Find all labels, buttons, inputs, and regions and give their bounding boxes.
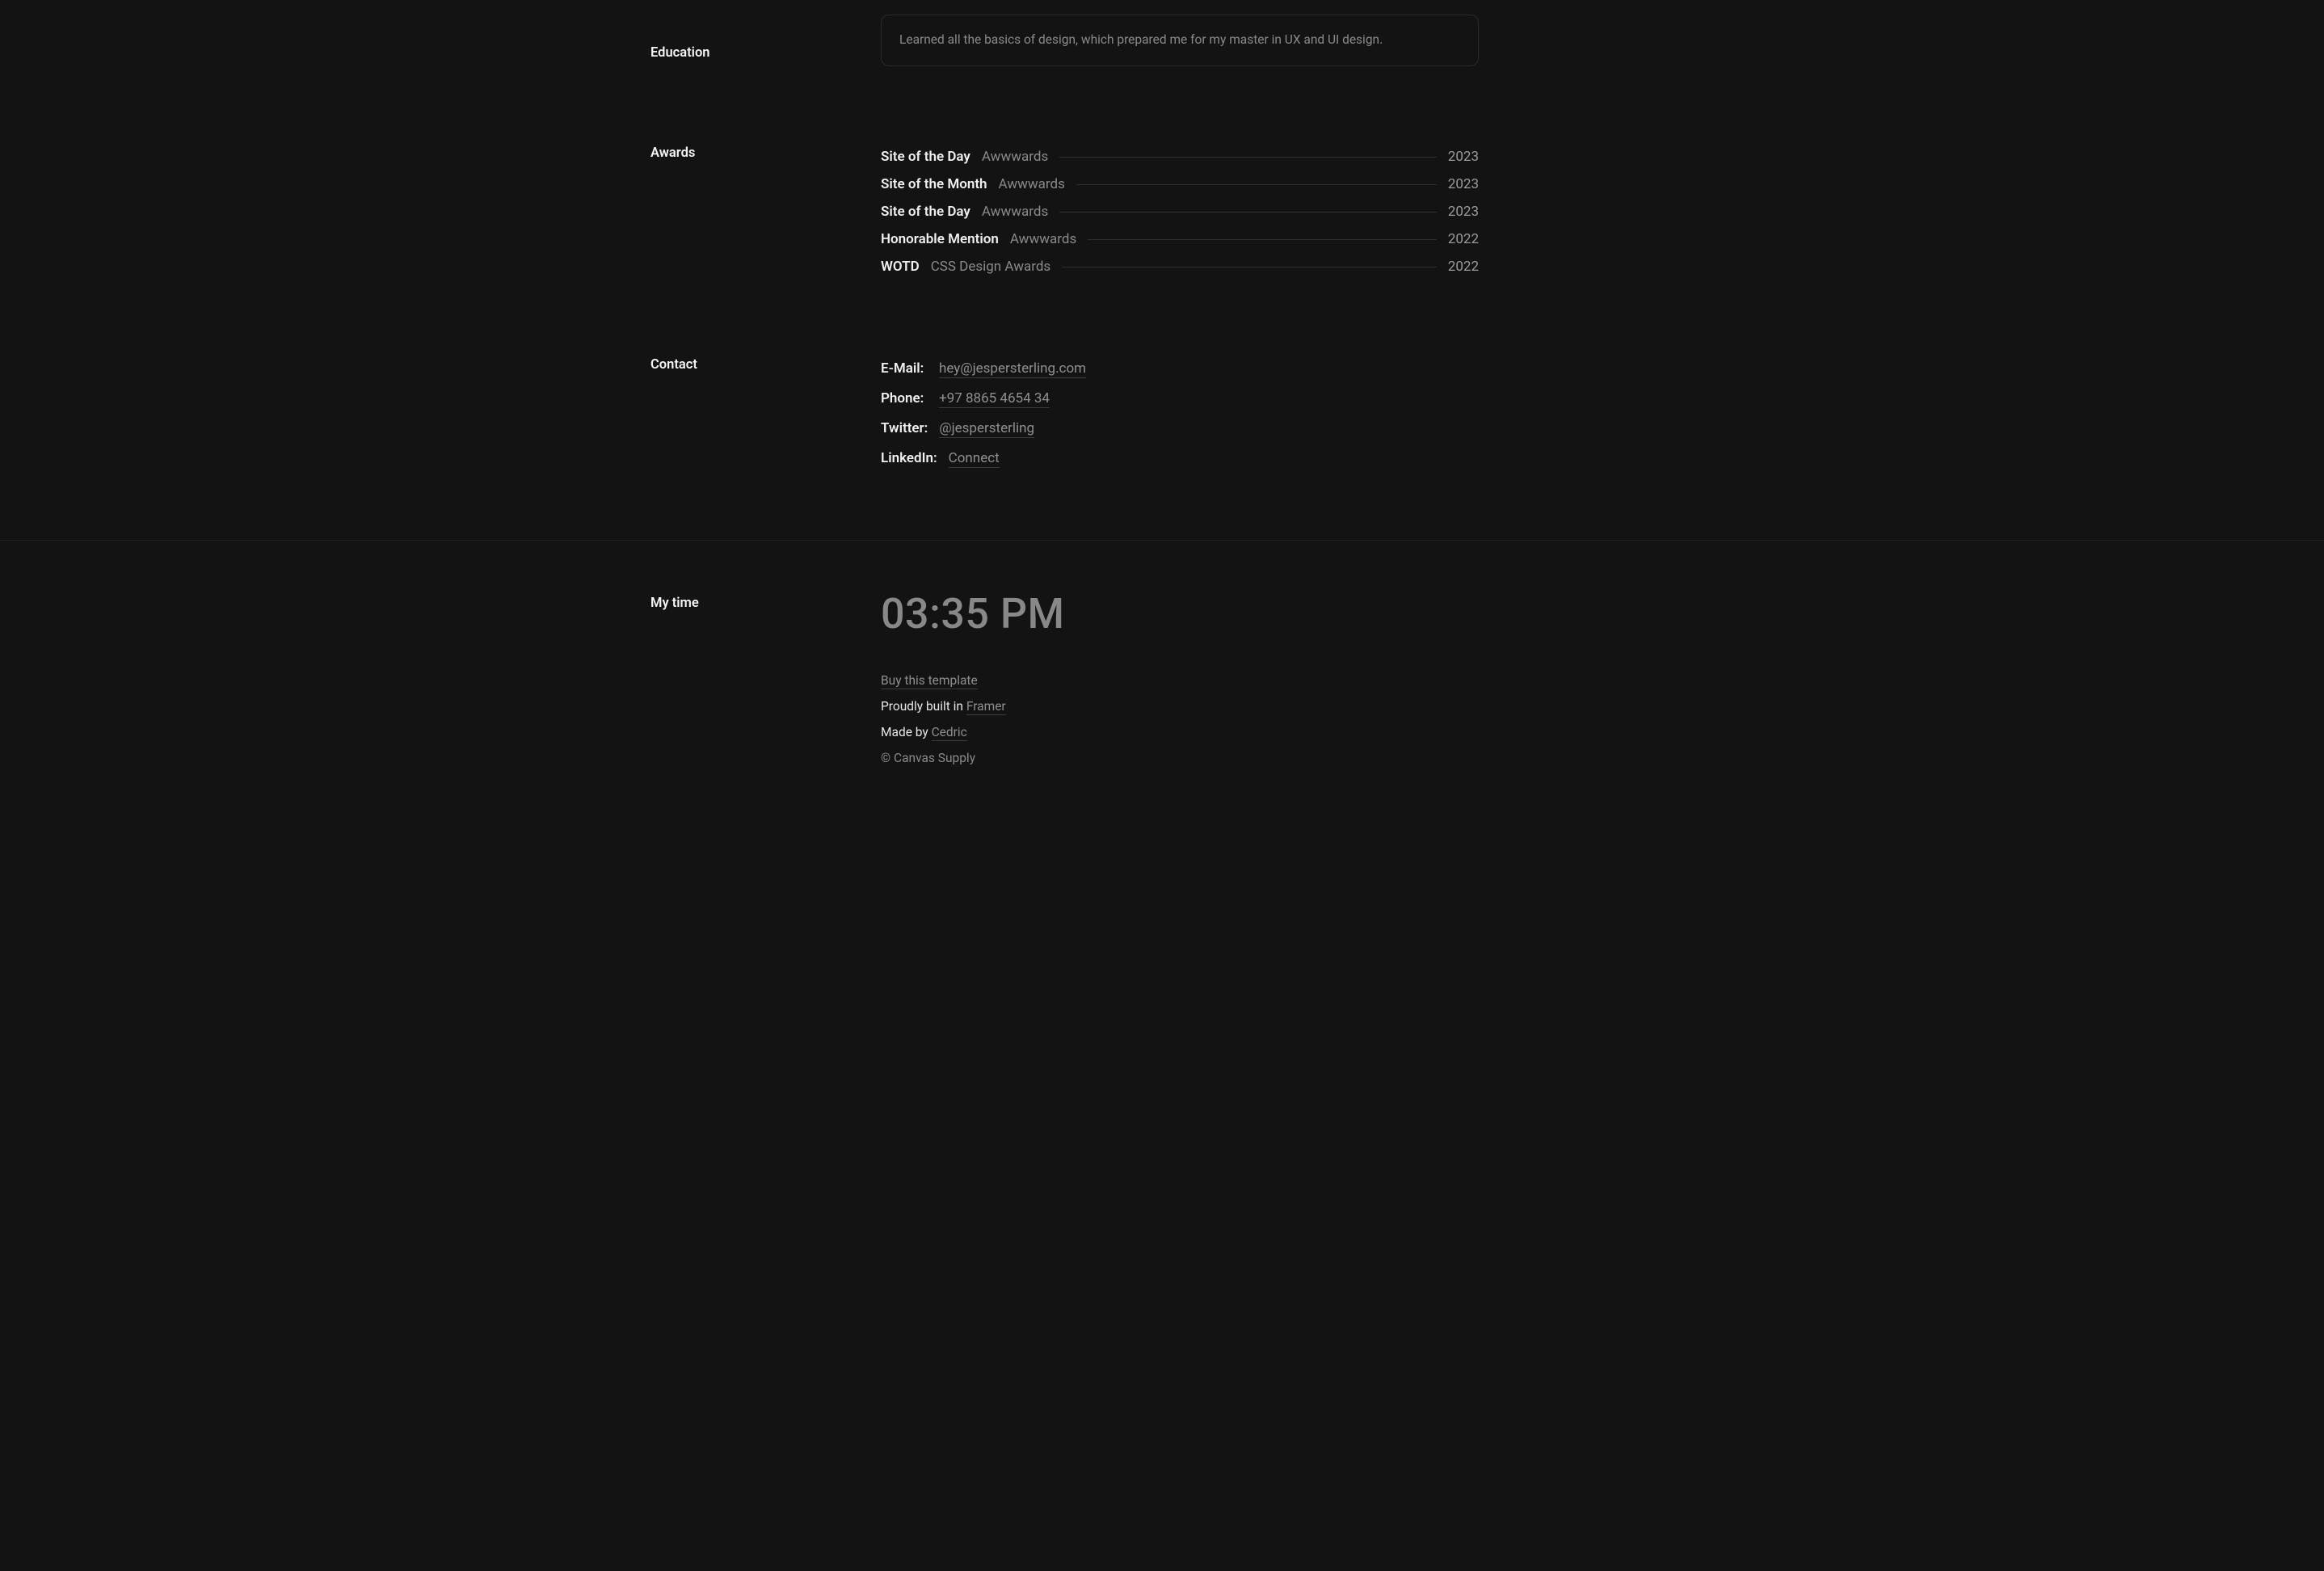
contact-key: Twitter:	[881, 420, 928, 436]
award-row: Site of the Day Awwwards 2023	[881, 199, 1479, 226]
copyright-text: © Canvas Supply	[881, 751, 975, 765]
buy-template-link[interactable]: Buy this template	[881, 673, 978, 689]
awards-section: Awards Site of the Day Awwwards 2023 Sit…	[650, 115, 1674, 322]
education-label: Education	[650, 45, 865, 61]
award-row: Site of the Day Awwwards 2023	[881, 144, 1479, 171]
awards-label: Awards	[650, 145, 865, 161]
award-title: Honorable Mention	[881, 231, 999, 247]
award-year: 2023	[1448, 149, 1479, 165]
award-divider-line	[1076, 184, 1437, 185]
made-prefix: Made by	[881, 725, 932, 739]
award-org: Awwwards	[982, 204, 1048, 220]
framer-link[interactable]: Framer	[966, 699, 1006, 715]
award-divider-line	[1059, 157, 1437, 158]
award-title: WOTD	[881, 259, 920, 275]
contact-key: LinkedIn:	[881, 450, 937, 466]
award-org: CSS Design Awards	[931, 259, 1051, 275]
award-divider-line	[1059, 212, 1437, 213]
education-text: Learned all the basics of design, which …	[899, 30, 1460, 49]
award-title: Site of the Day	[881, 204, 970, 220]
contact-section: Contact E-Mail: hey@jespersterling.com P…	[650, 322, 1674, 540]
award-year: 2023	[1448, 204, 1479, 220]
built-prefix: Proudly built in	[881, 699, 966, 714]
award-year: 2023	[1448, 176, 1479, 192]
cedric-link[interactable]: Cedric	[932, 725, 967, 741]
award-org: Awwwards	[999, 176, 1065, 192]
contact-twitter-link[interactable]: @jespersterling	[939, 420, 1034, 438]
contact-key: Phone:	[881, 390, 928, 406]
mytime-label: My time	[650, 596, 865, 611]
contact-linkedin-link[interactable]: Connect	[949, 450, 1000, 468]
contact-label: Contact	[650, 357, 865, 373]
footer-section: Buy this template Proudly built in Frame…	[650, 668, 1674, 811]
education-card: Learned all the basics of design, which …	[881, 15, 1479, 66]
award-row: Site of the Month Awwwards 2023	[881, 171, 1479, 199]
award-row: WOTD CSS Design Awards 2022	[881, 254, 1479, 281]
contact-row-twitter: Twitter: @jespersterling	[881, 415, 1479, 445]
education-section: Education Learned all the basics of desi…	[650, 0, 1674, 115]
award-divider-line	[1088, 239, 1437, 240]
mytime-value: 03:35 PM	[881, 589, 1479, 638]
award-org: Awwwards	[1010, 231, 1076, 247]
award-org: Awwwards	[982, 149, 1048, 165]
mytime-section: My time 03:35 PM	[650, 541, 1674, 668]
contact-phone-link[interactable]: +97 8865 4654 34	[939, 390, 1050, 408]
contact-row-email: E-Mail: hey@jespersterling.com	[881, 356, 1479, 385]
award-row: Honorable Mention Awwwards 2022	[881, 226, 1479, 254]
award-year: 2022	[1448, 259, 1479, 275]
award-title: Site of the Month	[881, 176, 987, 192]
contact-key: E-Mail:	[881, 360, 928, 377]
award-title: Site of the Day	[881, 149, 970, 165]
contact-row-linkedin: LinkedIn: Connect	[881, 445, 1479, 475]
award-year: 2022	[1448, 231, 1479, 247]
contact-email-link[interactable]: hey@jespersterling.com	[939, 360, 1086, 378]
contact-row-phone: Phone: +97 8865 4654 34	[881, 385, 1479, 415]
